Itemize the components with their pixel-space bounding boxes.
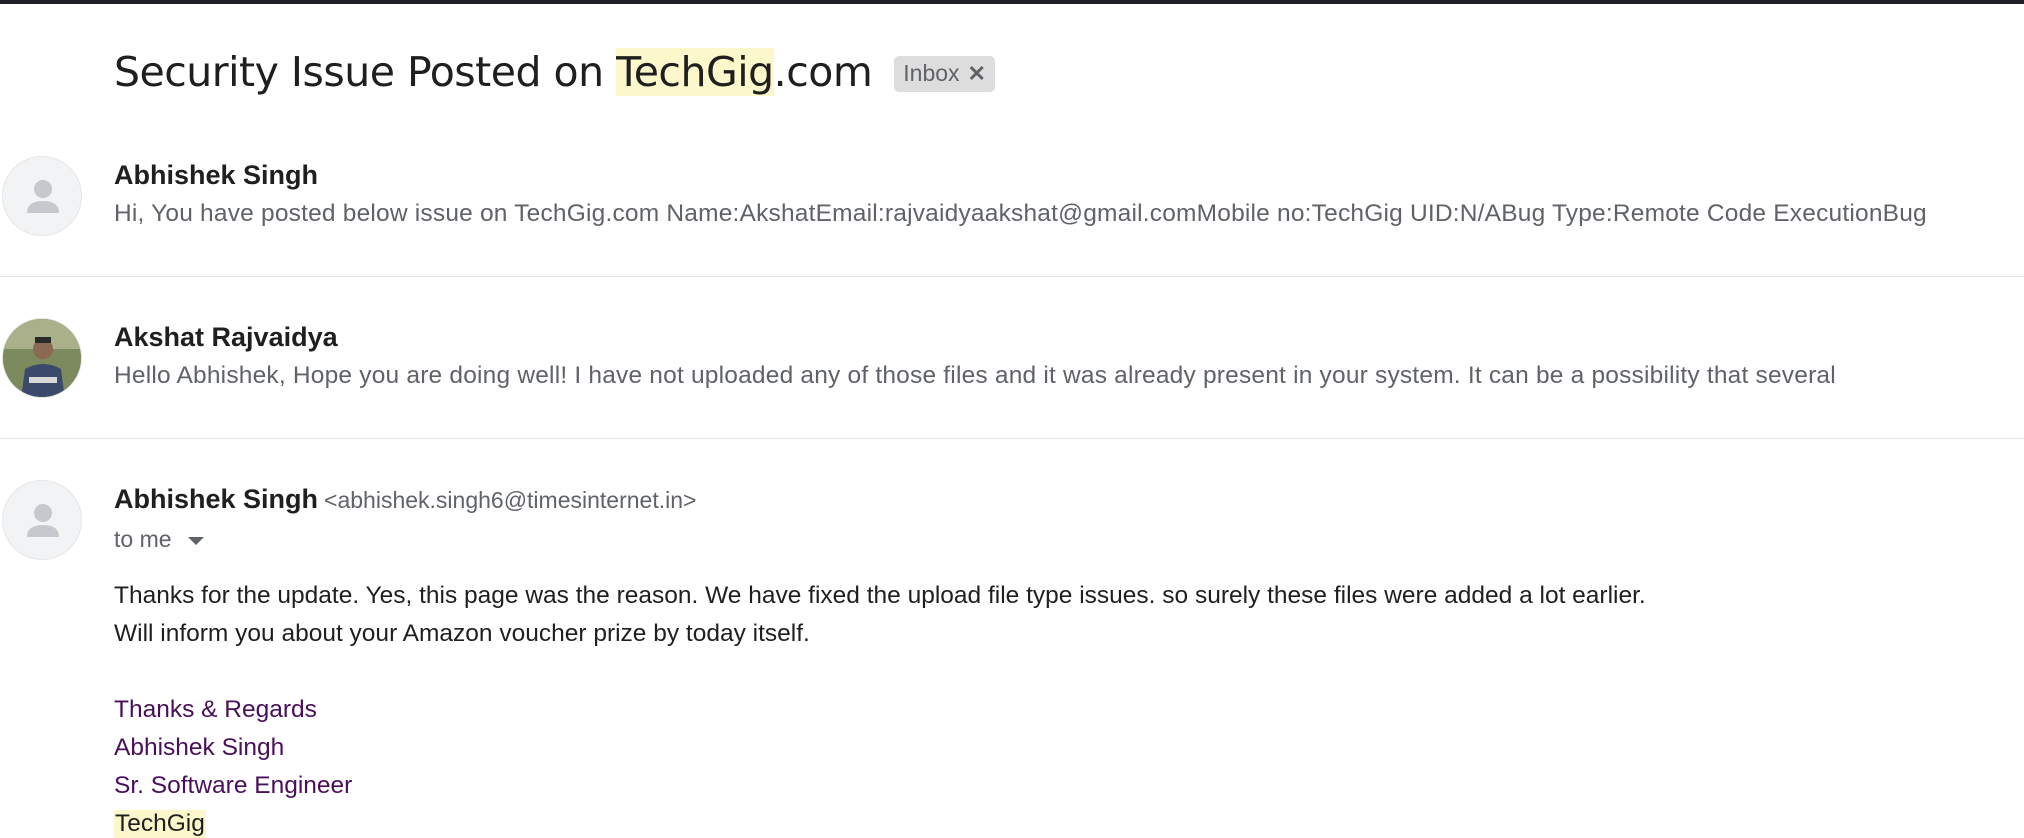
close-icon[interactable]: ✕ <box>968 61 986 87</box>
message-snippet: Hi, You have posted below issue on TechG… <box>114 200 1927 227</box>
body-line-1: Thanks for the update. Yes, this page wa… <box>114 582 1646 609</box>
message-divider <box>0 276 2024 277</box>
message-divider <box>0 438 2024 439</box>
subject-suffix: .com <box>773 48 873 96</box>
thread-subject: Security Issue Posted on TechGig.com <box>114 48 873 96</box>
subject-prefix: Security Issue Posted on <box>114 48 617 96</box>
subject-highlight: TechGig <box>616 48 774 96</box>
top-border <box>0 0 2024 4</box>
expanded-message: Abhishek Singh <abhishek.singh6@timesinte… <box>0 476 2024 838</box>
body-line-2: Will inform you about your Amazon vouche… <box>114 620 810 647</box>
sender-email: <abhishek.singh6@timesinternet.in> <box>324 487 697 513</box>
default-person-icon <box>2 480 82 560</box>
sender-name: Abhishek Singh <box>114 160 319 190</box>
sender-name: Akshat Rajvaidya <box>114 322 338 352</box>
thread-header: Security Issue Posted on TechGig.com Inb… <box>114 42 995 102</box>
chevron-down-icon[interactable] <box>187 536 204 545</box>
inbox-label-chip[interactable]: Inbox ✕ <box>894 56 995 92</box>
signature-line-3: Sr. Software Engineer <box>114 772 353 799</box>
inbox-label-text: Inbox <box>903 60 960 86</box>
default-person-icon <box>2 156 82 236</box>
sender-line: Abhishek Singh <abhishek.singh6@timesinte… <box>114 484 696 515</box>
message-snippet: Hello Abhishek, Hope you are doing well!… <box>114 362 1836 389</box>
signature-line-2: Abhishek Singh <box>114 734 285 761</box>
sender-name[interactable]: Abhishek Singh <box>114 484 318 514</box>
signature-company: TechGig <box>114 810 206 838</box>
recipient-label: to me <box>114 526 172 552</box>
collapsed-message-2[interactable]: Akshat Rajvaidya Hello Abhishek, Hope yo… <box>0 314 2024 476</box>
profile-photo <box>2 318 82 398</box>
collapsed-message-1[interactable]: Abhishek Singh Hi, You have posted below… <box>0 152 2024 314</box>
recipient-details-toggle[interactable]: to me <box>114 526 204 553</box>
signature-line-1: Thanks & Regards <box>114 696 317 723</box>
